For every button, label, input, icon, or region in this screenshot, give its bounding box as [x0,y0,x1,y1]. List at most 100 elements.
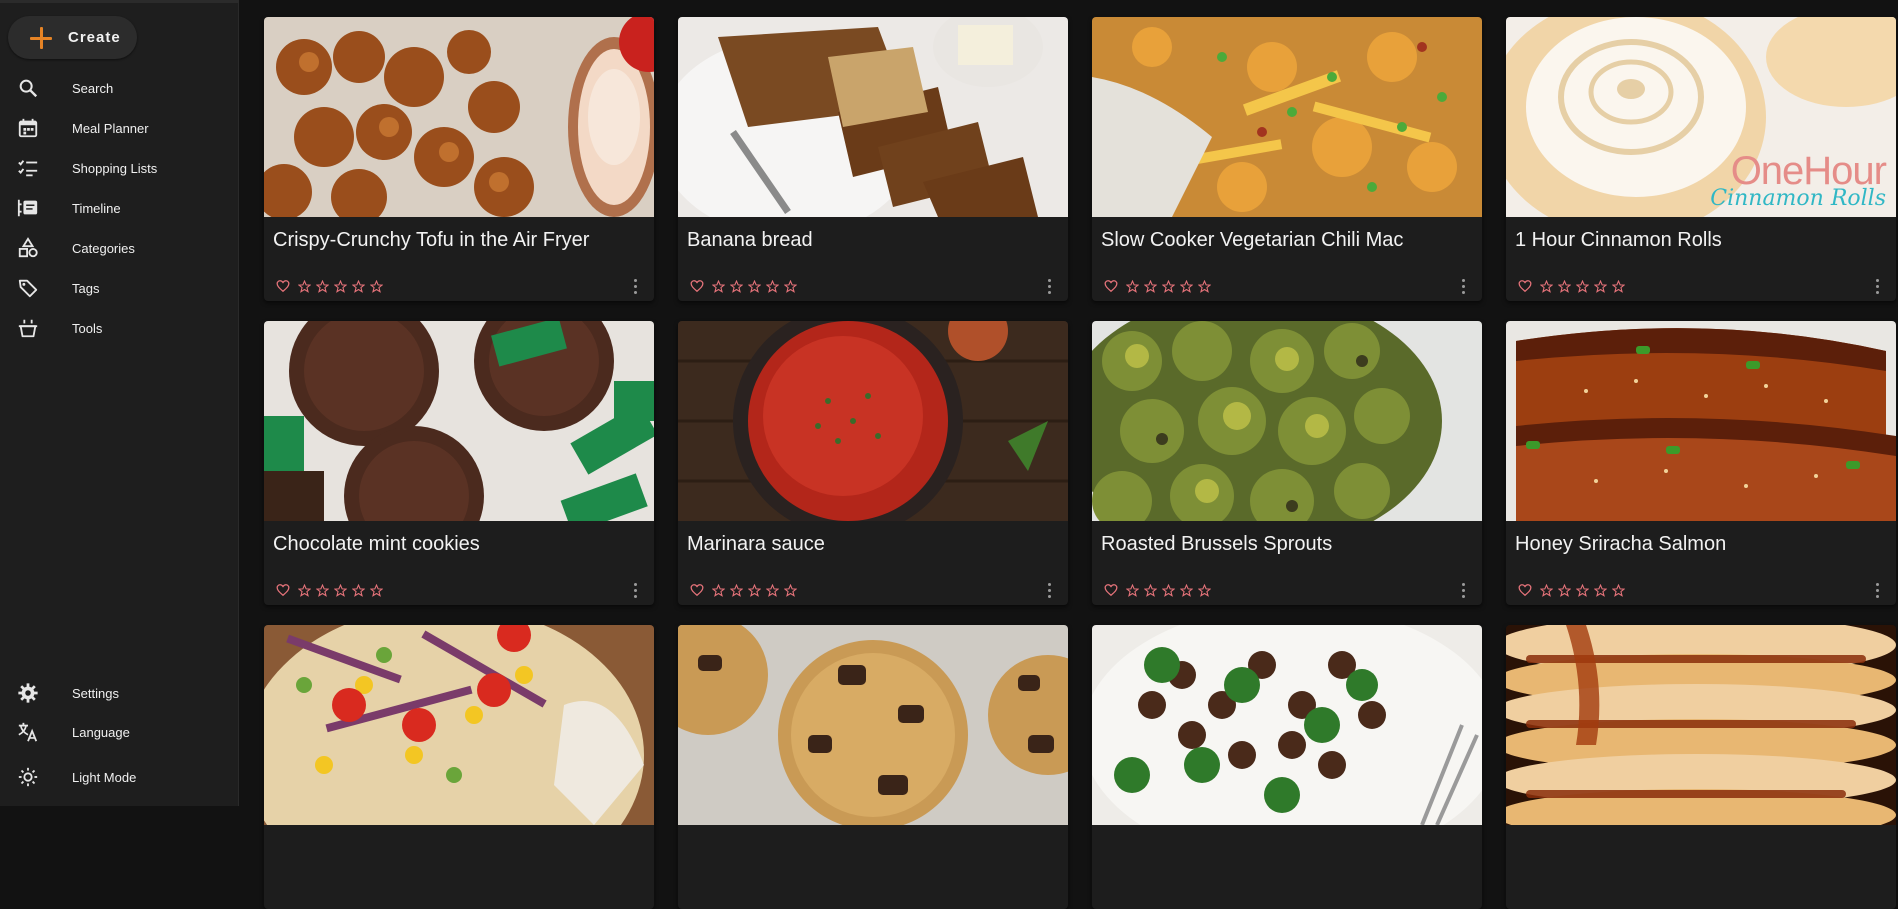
star-icon[interactable] [784,279,797,293]
heart-icon[interactable] [690,583,704,597]
nav-item-tags[interactable]: Tags [0,270,239,306]
recipe-card[interactable] [1506,625,1896,909]
star-icon[interactable] [1576,583,1589,597]
star-icon[interactable] [1594,279,1607,293]
recipe-card[interactable] [678,625,1068,909]
star-icon[interactable] [298,583,311,597]
star-icon[interactable] [334,279,347,293]
nav-item-meal-planner[interactable]: Meal Planner [0,110,239,146]
nav-item-label: Tools [72,320,103,336]
more-options-icon[interactable] [632,583,638,601]
create-button[interactable]: Create [8,16,137,59]
star-icon[interactable] [352,583,365,597]
star-icon[interactable] [1180,279,1193,293]
rating [1518,279,1630,293]
checklist-icon [17,157,39,179]
star-icon[interactable] [316,583,329,597]
nav-item-light-mode[interactable]: Light Mode [0,759,239,795]
heart-icon[interactable] [1518,279,1532,293]
nav-item-tools[interactable]: Tools [0,310,239,346]
recipe-title: Marinara sauce [687,533,825,555]
star-icon[interactable] [1540,583,1553,597]
recipe-card[interactable]: Crispy-Crunchy Tofu in the Air Fryer [264,17,654,301]
star-icon[interactable] [334,583,347,597]
translate-icon [17,721,39,743]
search-icon [17,77,39,99]
heart-icon[interactable] [1104,583,1118,597]
plus-icon [28,25,54,51]
heart-icon[interactable] [690,279,704,293]
star-icon[interactable] [748,279,761,293]
star-icon[interactable] [730,583,743,597]
recipe-card[interactable]: Banana bread [678,17,1068,301]
star-icon[interactable] [1162,583,1175,597]
recipe-image [1092,625,1482,825]
more-options-icon[interactable] [1460,279,1466,297]
star-icon[interactable] [298,279,311,293]
star-icon[interactable] [352,279,365,293]
star-icon[interactable] [766,583,779,597]
more-options-icon[interactable] [1874,583,1880,601]
more-options-icon[interactable] [1046,583,1052,601]
star-icon[interactable] [1540,279,1553,293]
nav-item-timeline[interactable]: Timeline [0,190,239,226]
nav-item-categories[interactable]: Categories [0,230,239,266]
more-options-icon[interactable] [1046,279,1052,297]
recipe-image [1506,625,1896,825]
star-icon[interactable] [1576,279,1589,293]
star-icon[interactable] [370,583,383,597]
more-options-icon[interactable] [632,279,638,297]
create-label: Create [68,29,121,46]
star-icon[interactable] [748,583,761,597]
recipe-image [678,625,1068,825]
recipe-card[interactable]: Marinara sauce [678,321,1068,605]
star-icon[interactable] [1144,583,1157,597]
star-icon[interactable] [766,279,779,293]
recipe-image [264,625,654,825]
recipe-card[interactable]: Slow Cooker Vegetarian Chili Mac [1092,17,1482,301]
sidebar-top-border [0,0,239,3]
recipe-card[interactable] [1092,625,1482,909]
recipe-card[interactable]: OneHour Cinnamon Rolls 1 Hour Cinnamon R… [1506,17,1896,301]
nav-item-settings[interactable]: Settings [0,675,239,711]
star-icon[interactable] [1198,279,1211,293]
star-icon[interactable] [784,583,797,597]
recipe-title: Banana bread [687,229,813,251]
nav-item-label: Meal Planner [72,120,149,136]
star-icon[interactable] [1144,279,1157,293]
heart-icon[interactable] [276,279,290,293]
nav-item-language[interactable]: Language [0,714,239,750]
heart-icon[interactable] [1104,279,1118,293]
recipe-card[interactable]: Chocolate mint cookies [264,321,654,605]
star-icon[interactable] [1558,583,1571,597]
recipe-card[interactable] [264,625,654,909]
recipe-title: 1 Hour Cinnamon Rolls [1515,229,1722,251]
heart-icon[interactable] [276,583,290,597]
star-icon[interactable] [1612,583,1625,597]
star-icon[interactable] [1612,279,1625,293]
star-icon[interactable] [730,279,743,293]
star-icon[interactable] [1162,279,1175,293]
nav-item-shopping-lists[interactable]: Shopping Lists [0,150,239,186]
star-icon[interactable] [1558,279,1571,293]
nav-item-label: Search [72,80,114,96]
star-icon[interactable] [1126,279,1139,293]
star-icon[interactable] [712,279,725,293]
recipe-card[interactable]: Honey Sriracha Salmon [1506,321,1896,605]
nav-item-search[interactable]: Search [0,70,239,106]
star-icon[interactable] [712,583,725,597]
star-icon[interactable] [370,279,383,293]
recipe-image [1092,321,1482,521]
heart-icon[interactable] [1518,583,1532,597]
star-icon[interactable] [1126,583,1139,597]
rating [690,583,802,597]
star-icon[interactable] [316,279,329,293]
recipe-card[interactable]: Roasted Brussels Sprouts [1092,321,1482,605]
star-icon[interactable] [1594,583,1607,597]
more-options-icon[interactable] [1874,279,1880,297]
star-icon[interactable] [1180,583,1193,597]
calendar-icon [17,117,39,139]
star-icon[interactable] [1198,583,1211,597]
recipe-title: Slow Cooker Vegetarian Chili Mac [1101,229,1404,251]
more-options-icon[interactable] [1460,583,1466,601]
